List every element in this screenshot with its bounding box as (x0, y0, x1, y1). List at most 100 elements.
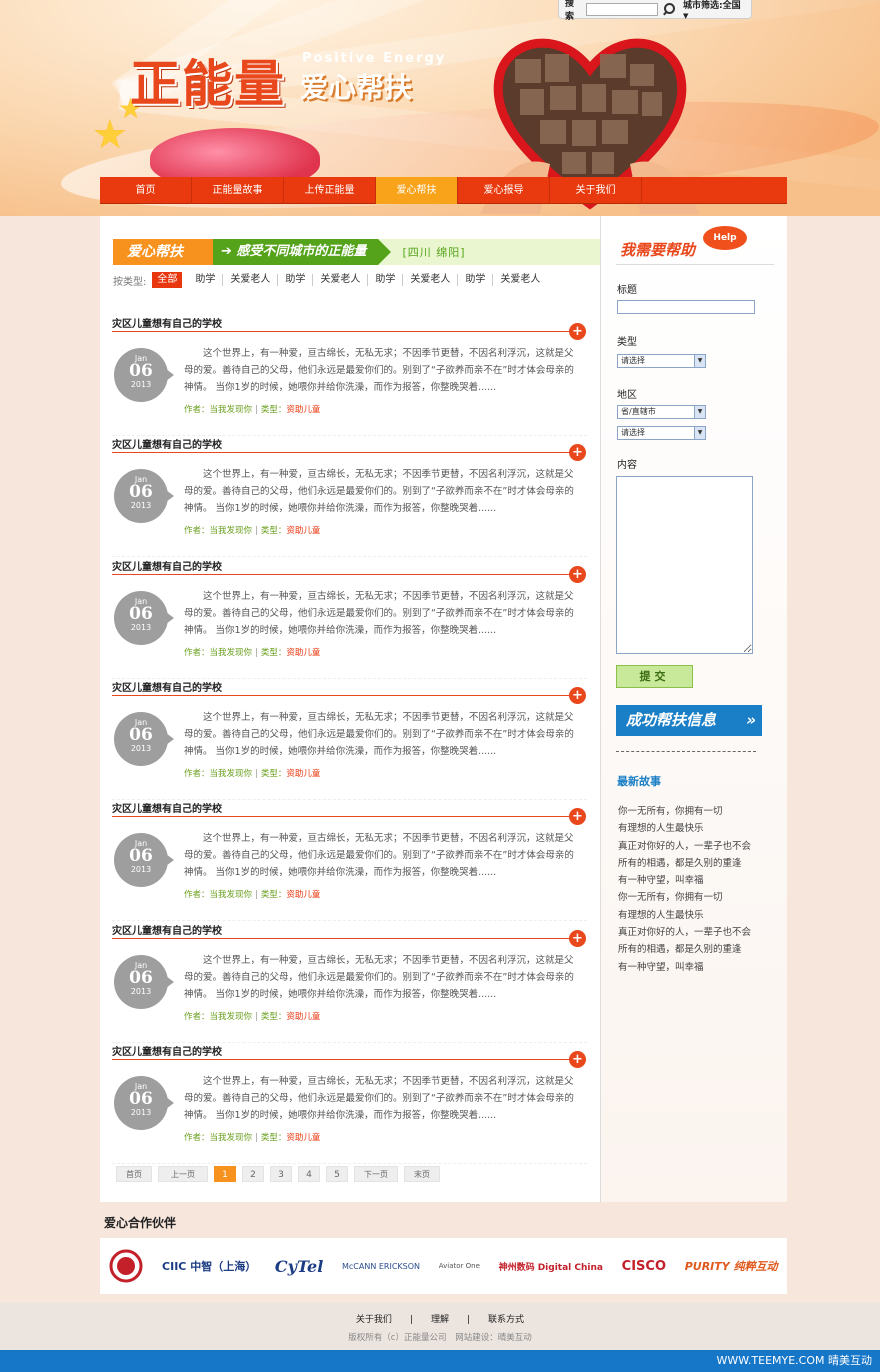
arrow-icon: ➔ (221, 244, 237, 259)
section-subtitle-text: 感受不同城市的正能量 (236, 244, 367, 259)
filter-item[interactable]: 助学 (368, 274, 404, 286)
article-title[interactable]: 灾区儿童想有自己的学校 (112, 922, 222, 937)
city-select[interactable]: 请选择 ▼ (617, 426, 706, 440)
story-link[interactable]: 有理想的人生最快乐 (618, 907, 778, 924)
submit-button[interactable]: 提交 (616, 665, 693, 688)
article-category[interactable]: 资助儿童 (286, 1012, 320, 1022)
seal-logo-icon[interactable] (109, 1249, 143, 1283)
city-filter-dropdown[interactable]: 城市筛选:全国 ▼ (683, 0, 745, 21)
footer-link-contact[interactable]: 联系方式 (488, 1315, 524, 1325)
page-next[interactable]: 下一页 (354, 1166, 398, 1182)
plus-icon[interactable]: + (569, 808, 586, 826)
article-title[interactable]: 灾区儿童想有自己的学校 (112, 436, 222, 451)
story-link[interactable]: 你一无所有，你拥有一切 (618, 889, 778, 906)
filter-item[interactable]: 助学 (278, 274, 314, 286)
province-select-value: 省/直辖市 (621, 407, 656, 416)
article-category[interactable]: 资助儿童 (286, 769, 320, 779)
article-author[interactable]: 作者：当我发现你 (184, 1133, 252, 1143)
plus-icon[interactable]: + (569, 1050, 586, 1068)
nav-item-stories[interactable]: 正能量故事 (192, 177, 284, 204)
content-textarea[interactable] (616, 476, 753, 654)
story-link[interactable]: 有理想的人生最快乐 (618, 820, 778, 837)
nav-item-upload[interactable]: 上传正能量 (284, 177, 376, 204)
nav-item-about[interactable]: 关于我们 (550, 177, 642, 204)
filter-item[interactable]: 关爱老人 (403, 274, 459, 286)
search-icon[interactable] (662, 2, 676, 16)
filter-item[interactable]: 助学 (458, 274, 494, 286)
article-category[interactable]: 资助儿童 (286, 405, 320, 415)
article-author[interactable]: 作者：当我发现你 (184, 405, 252, 415)
filter-item[interactable]: 关爱老人 (223, 274, 279, 286)
partner-logo[interactable]: PURITY 纯粹互动 (685, 1258, 778, 1274)
story-link[interactable]: 你一无所有，你拥有一切 (618, 803, 778, 820)
article-author[interactable]: 作者：当我发现你 (184, 526, 252, 536)
article-author[interactable]: 作者：当我发现你 (184, 769, 252, 779)
partner-logo[interactable]: Aviator One (439, 1262, 480, 1270)
article-category[interactable]: 资助儿童 (286, 1133, 320, 1143)
partner-logo[interactable]: 神州数码 Digital China (499, 1260, 603, 1273)
article-item: 灾区儿童想有自己的学校 + Jan 06 2013 这个世界上，有一种爱，亘古绵… (112, 679, 587, 800)
date-badge: Jan 06 2013 (114, 348, 174, 402)
date-badge: Jan 06 2013 (114, 469, 174, 524)
article-category[interactable]: 资助儿童 (286, 890, 320, 900)
article-category[interactable]: 资助儿童 (286, 526, 320, 536)
nav-item-help[interactable]: 爱心帮扶 (376, 177, 458, 204)
page-prev[interactable]: 上一页 (158, 1166, 208, 1182)
article-title[interactable]: 灾区儿童想有自己的学校 (112, 315, 222, 330)
partner-logo[interactable]: McCANN ERICKSON (342, 1262, 420, 1271)
story-link[interactable]: 真正对你好的人，一辈子也不会 (618, 924, 778, 941)
search-input[interactable] (585, 2, 658, 16)
page-number[interactable]: 2 (242, 1166, 264, 1182)
page-last[interactable]: 末页 (404, 1166, 440, 1182)
plus-icon[interactable]: + (569, 444, 586, 462)
province-select[interactable]: 省/直辖市 ▼ (617, 405, 706, 419)
meta-separator: | (255, 405, 258, 415)
plus-icon[interactable]: + (569, 686, 586, 704)
article-title[interactable]: 灾区儿童想有自己的学校 (112, 1043, 222, 1058)
article-item: 灾区儿童想有自己的学校 + Jan 06 2013 这个世界上，有一种爱，亘古绵… (112, 436, 587, 558)
story-link[interactable]: 所有的相遇，都是久别的重逢 (618, 855, 778, 872)
article-title[interactable]: 灾区儿童想有自己的学校 (112, 800, 222, 815)
page-number[interactable]: 1 (214, 1166, 236, 1182)
article-excerpt: 这个世界上，有一种爱，亘古绵长，无私无求；不因季节更替，不因名利浮沉，这就是父母… (184, 1075, 574, 1121)
page-number[interactable]: 4 (298, 1166, 320, 1182)
category-label: 类型： (260, 1011, 287, 1022)
article-category[interactable]: 资助儿童 (286, 648, 320, 658)
title-underline (112, 1058, 577, 1060)
article-author[interactable]: 作者：当我发现你 (184, 1012, 252, 1022)
plus-icon[interactable]: + (569, 929, 586, 947)
story-link[interactable]: 有一种守望，叫幸福 (618, 872, 778, 889)
plus-icon[interactable]: + (569, 323, 586, 340)
story-link[interactable]: 真正对你好的人，一辈子也不会 (618, 838, 778, 855)
article-item: 灾区儿童想有自己的学校 + Jan 06 2013 这个世界上，有一种爱，亘古绵… (112, 315, 587, 436)
partner-logo[interactable]: CISCO (622, 1259, 666, 1274)
page-number[interactable]: 5 (326, 1166, 348, 1182)
help-badge: Help (703, 226, 747, 250)
footer-link-understand[interactable]: 理解 (431, 1315, 449, 1325)
partner-logo[interactable]: CIIC 中智（上海） (162, 1258, 256, 1274)
article-title[interactable]: 灾区儿童想有自己的学校 (112, 558, 222, 573)
plus-icon[interactable]: + (569, 565, 586, 583)
type-select[interactable]: 请选择 ▼ (617, 354, 706, 368)
page-number[interactable]: 3 (270, 1166, 292, 1182)
filter-item-all[interactable]: 全部 (152, 272, 183, 288)
nav-item-home[interactable]: 首页 (100, 177, 192, 204)
story-link[interactable]: 有一种守望，叫幸福 (618, 959, 778, 976)
footer: 关于我们 | 理解 | 联系方式 版权所有（c）正能量公司 网站建设：晴美互动 (0, 1303, 880, 1350)
type-field-label: 类型 (617, 337, 637, 348)
filter-item[interactable]: 助学 (188, 274, 224, 286)
filter-item[interactable]: 关爱老人 (313, 274, 369, 286)
filter-item[interactable]: 关爱老人 (493, 274, 547, 286)
story-link[interactable]: 所有的相遇，都是久别的重逢 (618, 941, 778, 958)
date-badge: Jan 06 2013 (114, 1075, 174, 1130)
title-field[interactable] (617, 300, 755, 314)
article-title[interactable]: 灾区儿童想有自己的学校 (112, 679, 222, 694)
partner-logo[interactable]: CyTel (275, 1257, 323, 1276)
partners-title: 爱心合作伙伴 (104, 1216, 177, 1230)
article-author[interactable]: 作者：当我发现你 (184, 890, 252, 900)
nav-item-reports[interactable]: 爱心报导 (458, 177, 550, 204)
footer-link-about[interactable]: 关于我们 (356, 1315, 392, 1325)
success-stories-banner[interactable]: 成功帮扶信息 » (616, 705, 762, 736)
page-first[interactable]: 首页 (116, 1166, 152, 1182)
article-author[interactable]: 作者：当我发现你 (184, 648, 252, 658)
